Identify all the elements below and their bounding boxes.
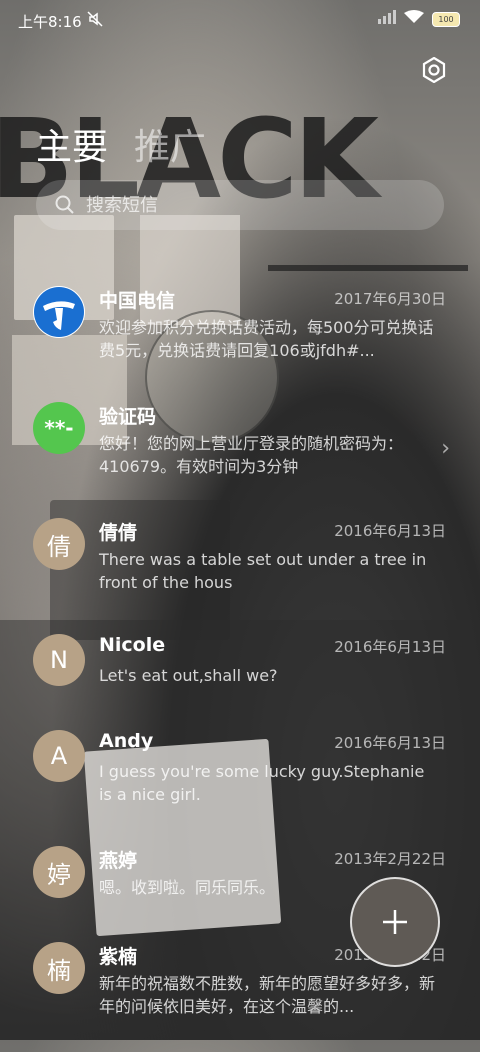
avatar: 倩 [33, 518, 85, 570]
contact-name: Andy [99, 730, 154, 752]
avatar: 婷 [33, 846, 85, 898]
avatar: 楠 [33, 942, 85, 994]
search-icon [55, 195, 74, 214]
tab-bar: 主要 推广 [36, 118, 206, 170]
message-preview: 新年的祝福数不胜数，新年的愿望好多好多，新年的问候依旧美好，在这个温馨的... [99, 974, 436, 1016]
wallpaper-clothes-rack [268, 265, 468, 271]
search-bar[interactable] [36, 180, 444, 230]
settings-button[interactable] [418, 54, 450, 86]
battery-icon: 100 [432, 11, 460, 27]
avatar: N [33, 634, 85, 686]
message-date: 2016年6月13日 [334, 734, 446, 752]
message-preview: 欢迎参加积分兑换话费活动，每500分可兑换话费5元，兑换话费请回复106或jfd… [99, 318, 434, 360]
message-preview: There was a table set out under a tree i… [99, 550, 427, 592]
contact-name: 倩倩 [99, 522, 138, 544]
contact-name: Nicole [99, 634, 166, 656]
message-date: 2016年6月13日 [334, 522, 446, 540]
avatar: A [33, 730, 85, 782]
conversation-item[interactable]: 中国电信 2017年6月30日 欢迎参加积分兑换话费活动，每500分可兑换话费5… [0, 280, 480, 396]
search-input[interactable] [84, 193, 408, 217]
contact-name: 中国电信 [99, 290, 176, 312]
message-date: 2016年6月13日 [334, 638, 446, 656]
status-bar: 上午8:16 100 [0, 0, 480, 42]
new-message-button[interactable] [350, 877, 440, 967]
wifi-icon [404, 10, 424, 28]
contact-name: 验证码 [99, 406, 157, 428]
plus-icon [383, 910, 407, 934]
contact-name: 燕婷 [99, 850, 138, 872]
contact-name: 紫楠 [99, 946, 138, 968]
verification-code-avatar: **- [33, 402, 85, 454]
tab-promotions[interactable]: 推广 [134, 118, 206, 170]
conversation-item[interactable]: A Andy 2016年6月13日 I guess you're some lu… [0, 724, 480, 840]
message-preview: 嗯。收到啦。同乐同乐。 [99, 878, 276, 897]
china-telecom-logo-icon [33, 286, 85, 338]
message-preview: Let's eat out,shall we? [99, 666, 278, 685]
conversation-item[interactable]: N Nicole 2016年6月13日 Let's eat out,shall … [0, 628, 480, 724]
tab-primary[interactable]: 主要 [36, 118, 108, 170]
conversation-item[interactable]: **- 验证码 您好！您的网上营业厅登录的随机密码为：410679。有效时间为3… [0, 396, 480, 512]
signal-icon [378, 10, 396, 28]
message-date: 2013年2月22日 [334, 850, 446, 868]
message-preview: 您好！您的网上营业厅登录的随机密码为：410679。有效时间为3分钟 [99, 434, 404, 476]
mute-icon [86, 10, 104, 32]
message-preview: I guess you're some lucky guy.Stephanie … [99, 762, 425, 804]
settings-icon [422, 57, 446, 83]
status-time: 上午8:16 [18, 13, 82, 31]
message-date: 2017年6月30日 [334, 290, 446, 308]
conversation-item[interactable]: 倩 倩倩 2016年6月13日 There was a table set ou… [0, 512, 480, 628]
chevron-right-icon: › [441, 436, 450, 461]
